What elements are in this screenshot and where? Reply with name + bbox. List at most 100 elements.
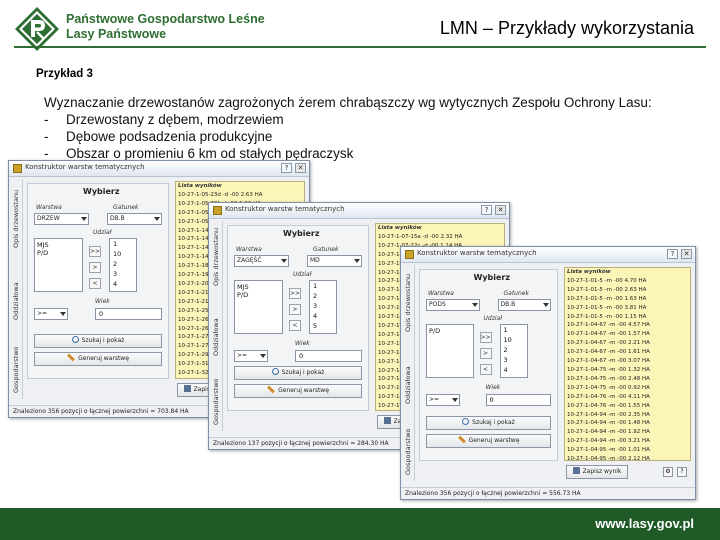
species-select[interactable]: DB.B bbox=[107, 213, 162, 225]
result-row[interactable]: 10-27-1-04-76 -m -00 1.55 HA bbox=[567, 402, 690, 411]
result-row[interactable]: 10-27-1-05-23d -d -00 2.63 HA bbox=[178, 191, 304, 200]
value-item[interactable]: 1 bbox=[504, 325, 527, 335]
value-item[interactable]: 2 bbox=[313, 291, 336, 301]
listbox-item[interactable]: P/D bbox=[429, 327, 471, 335]
generate-layer-button[interactable]: Generuj warstwę bbox=[234, 384, 362, 398]
category-listbox[interactable]: P/D bbox=[426, 324, 474, 378]
result-row[interactable]: 10-27-1-04-76 -m -00 4.11 HA bbox=[567, 393, 690, 402]
results-list[interactable]: Lista wyników 10-27-1-01-5 -m -00 4.70 HA… bbox=[564, 267, 691, 461]
search-button[interactable]: Szukaj i pokaż bbox=[34, 334, 162, 348]
generate-layer-button[interactable]: Generuj warstwę bbox=[426, 434, 551, 448]
value-item[interactable]: 2 bbox=[504, 345, 527, 355]
help-icon[interactable]: ? bbox=[677, 467, 687, 477]
window-titlebar[interactable]: Konstruktor warstw tematycznych ? ✕ bbox=[9, 161, 309, 177]
value-listbox[interactable]: 1 10 2 3 4 bbox=[109, 238, 137, 292]
result-row[interactable]: 10-27-1-01-5 -m -00 4.70 HA bbox=[567, 277, 690, 286]
add-all-button[interactable]: >> bbox=[479, 332, 492, 343]
age-input[interactable]: 0 bbox=[295, 350, 362, 362]
result-row[interactable]: 10-27-1-04-67 -m -00 4.57 HA bbox=[567, 321, 690, 330]
value-item[interactable]: 3 bbox=[313, 301, 336, 311]
value-listbox[interactable]: 12345 bbox=[309, 280, 337, 334]
age-input[interactable]: 0 bbox=[485, 394, 551, 406]
value-item[interactable]: 10 bbox=[113, 249, 136, 259]
result-row[interactable]: 10-27-1-01-5 -m -00 1.63 HA bbox=[567, 295, 690, 304]
operator-select[interactable]: >= bbox=[234, 350, 268, 362]
value-listbox[interactable]: 1 10 2 3 4 bbox=[499, 324, 528, 378]
tab-gospodarstwo[interactable]: Gospodarstwo bbox=[403, 408, 415, 479]
operator-select[interactable]: >= bbox=[34, 308, 68, 320]
result-row[interactable]: 10-27-1-04-95 -m -00 1.01 HA bbox=[567, 446, 690, 455]
generate-layer-button[interactable]: Generuj warstwę bbox=[34, 352, 162, 366]
add-button[interactable]: > bbox=[89, 262, 101, 273]
tab-opis-drzewostanu[interactable]: Opis drzewostanu bbox=[403, 265, 415, 336]
add-button[interactable]: > bbox=[289, 304, 301, 315]
value-item[interactable]: 4 bbox=[313, 311, 336, 321]
species-select[interactable]: MD bbox=[307, 255, 362, 267]
result-row[interactable]: 10-27-1-04-75 -m -00 0.92 HA bbox=[567, 384, 690, 393]
help-button[interactable]: ? bbox=[281, 163, 292, 173]
result-row[interactable]: 10-27-1-01-5 -m -00 1.15 HA bbox=[567, 313, 690, 322]
add-all-button[interactable]: >> bbox=[289, 288, 301, 299]
tab-gospodarstwo[interactable]: Gospodarstwo bbox=[11, 324, 23, 397]
listbox-item[interactable]: P/D bbox=[37, 249, 80, 257]
result-row[interactable]: 10-27-1-04-94 -m -00 1.48 HA bbox=[567, 419, 690, 428]
value-item[interactable]: 3 bbox=[504, 355, 527, 365]
category-listbox[interactable]: MJS P/D bbox=[34, 238, 83, 292]
value-item[interactable]: 2 bbox=[113, 259, 136, 269]
attribute-select[interactable]: DRZEW bbox=[34, 213, 89, 225]
attribute-select[interactable]: ZAGĘŚĆ bbox=[234, 255, 289, 267]
attribute-select[interactable]: PODS bbox=[426, 299, 480, 311]
value-item[interactable]: 5 bbox=[313, 321, 336, 331]
result-row[interactable]: 10-27-1-07-15a -d -00 2.32 HA bbox=[378, 233, 504, 242]
category-listbox[interactable]: MJS P/D bbox=[234, 280, 283, 334]
value-item[interactable]: 4 bbox=[504, 365, 527, 375]
close-button[interactable]: ✕ bbox=[681, 249, 692, 259]
remove-button[interactable]: < bbox=[89, 278, 101, 289]
result-row[interactable]: 10-27-1-04-67 -m -00 1.61 HA bbox=[567, 348, 690, 357]
species-select[interactable]: DB.B bbox=[497, 299, 551, 311]
tab-oddzialowa[interactable]: Oddziałowa bbox=[11, 252, 23, 325]
close-button[interactable]: ✕ bbox=[495, 205, 506, 215]
result-row[interactable]: 10-27-1-04-94 -m -00 1.92 HA bbox=[567, 428, 690, 437]
remove-button[interactable]: < bbox=[289, 320, 301, 331]
listbox-item[interactable]: MJS bbox=[237, 283, 280, 291]
add-all-button[interactable]: >> bbox=[89, 246, 101, 257]
window-titlebar[interactable]: Konstruktor warstw tematycznych ? ✕ bbox=[209, 203, 509, 219]
search-button[interactable]: Szukaj i pokaż bbox=[234, 366, 362, 380]
result-row[interactable]: 10-27-1-04-94 -m -00 3.21 HA bbox=[567, 437, 690, 446]
layer-builder-window[interactable]: Konstruktor warstw tematycznych ? ✕ Opis… bbox=[400, 246, 696, 500]
footer-url[interactable]: www.lasy.gov.pl bbox=[595, 516, 694, 531]
result-row[interactable]: 10-27-1-01-5 -m -00 2.63 HA bbox=[567, 286, 690, 295]
help-button[interactable]: ? bbox=[667, 249, 678, 259]
close-button[interactable]: ✕ bbox=[295, 163, 306, 173]
save-result-button[interactable]: Zapisz wynik bbox=[566, 465, 628, 479]
tab-opis-drzewostanu[interactable]: Opis drzewostanu bbox=[11, 179, 23, 252]
help-button[interactable]: ? bbox=[481, 205, 492, 215]
value-item[interactable]: 4 bbox=[113, 279, 136, 289]
settings-icon[interactable]: ⚙ bbox=[663, 467, 673, 477]
result-row[interactable]: 10-27-1-04-94 -m -00 2.35 HA bbox=[567, 411, 690, 420]
value-item[interactable]: 1 bbox=[113, 239, 136, 249]
age-input[interactable]: 0 bbox=[95, 308, 162, 320]
value-item[interactable]: 3 bbox=[113, 269, 136, 279]
result-row[interactable]: 10-27-1-04-95 -m -00 2.12 HA bbox=[567, 455, 690, 460]
result-row[interactable]: 10-27-1-04-67 -m -00 3.07 HA bbox=[567, 357, 690, 366]
result-row[interactable]: 10-27-1-04-75 -m -00 2.48 HA bbox=[567, 375, 690, 384]
result-row[interactable]: 10-27-1-01-5 -m -00 3.81 HA bbox=[567, 304, 690, 313]
remove-button[interactable]: < bbox=[479, 364, 492, 375]
value-item[interactable]: 1 bbox=[313, 281, 336, 291]
listbox-item[interactable]: MJS bbox=[37, 241, 80, 249]
tab-gospodarstwo[interactable]: Gospodarstwo bbox=[211, 360, 223, 429]
window-titlebar[interactable]: Konstruktor warstw tematycznych ? ✕ bbox=[401, 247, 695, 263]
operator-select[interactable]: >= bbox=[426, 394, 460, 406]
listbox-item[interactable]: P/D bbox=[237, 291, 280, 299]
add-button[interactable]: > bbox=[479, 348, 492, 359]
result-row[interactable]: 10-27-1-04-67 -m -00 2.21 HA bbox=[567, 339, 690, 348]
tab-oddzialowa[interactable]: Oddziałowa bbox=[211, 290, 223, 359]
tab-oddzialowa[interactable]: Oddziałowa bbox=[403, 336, 415, 407]
value-item[interactable]: 10 bbox=[504, 335, 527, 345]
result-row[interactable]: 10-27-1-04-75 -m -00 1.32 HA bbox=[567, 366, 690, 375]
search-button[interactable]: Szukaj i pokaż bbox=[426, 416, 551, 430]
result-row[interactable]: 10-27-1-04-67 -m -00 1.57 HA bbox=[567, 330, 690, 339]
tab-opis-drzewostanu[interactable]: Opis drzewostanu bbox=[211, 221, 223, 290]
